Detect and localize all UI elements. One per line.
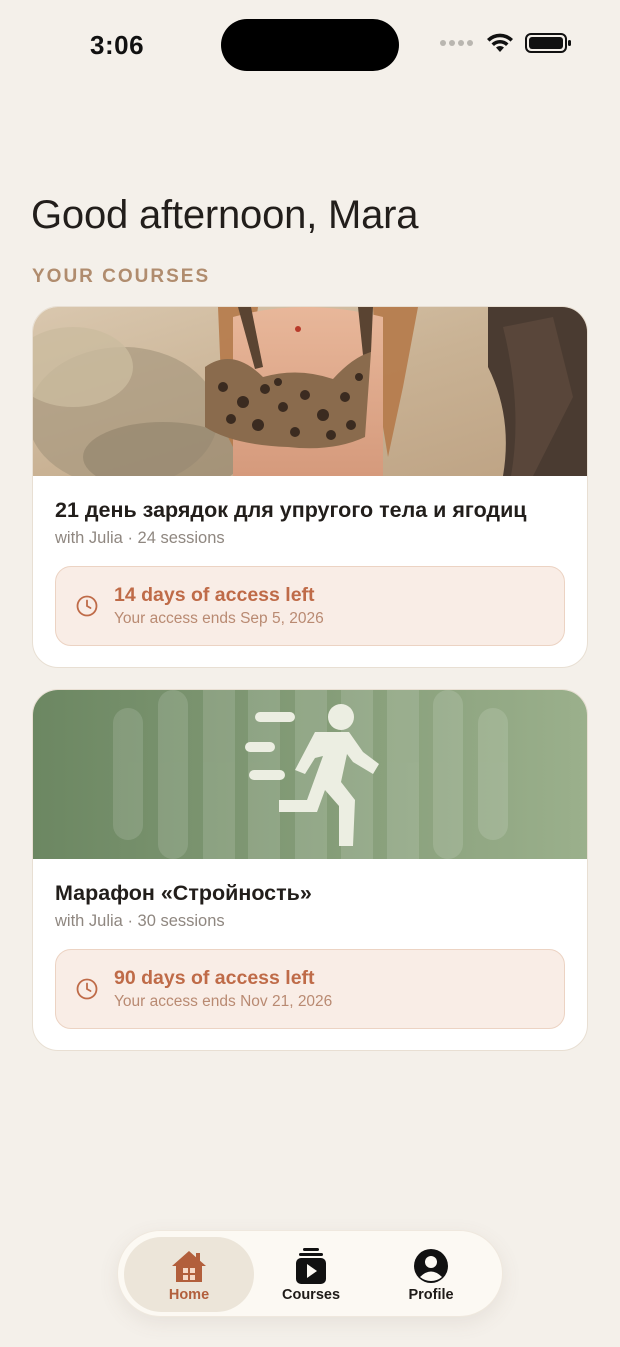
course-title: Марафон «Стройность» xyxy=(55,881,312,905)
access-end-date: Your access ends Nov 21, 2026 xyxy=(114,993,333,1010)
tab-home[interactable]: Home xyxy=(124,1237,254,1312)
course-meta: with Julia · 24 sessions xyxy=(55,529,225,547)
play-book-icon xyxy=(292,1247,330,1285)
status-time: 3:06 xyxy=(90,30,145,60)
course-meta: with Julia · 30 sessions xyxy=(55,912,225,930)
clock-icon xyxy=(76,978,98,1000)
course-title: 21 день зарядок для упругого тела и ягод… xyxy=(55,498,527,522)
access-status-box: 14 days of access left Your access ends … xyxy=(55,566,565,646)
course-card[interactable]: Марафон «Стройность» with Julia · 30 ses… xyxy=(32,689,588,1051)
tab-home-label: Home xyxy=(168,1286,210,1303)
access-days-left: 90 days of access left xyxy=(114,967,315,989)
status-bar: 3:06 xyxy=(0,0,620,90)
access-end-date: Your access ends Sep 5, 2026 xyxy=(114,610,324,627)
cellular-signal-icon xyxy=(440,40,473,46)
course-card[interactable]: 21 день зарядок для упругого тела и ягод… xyxy=(32,306,588,668)
course-cover-banner xyxy=(33,690,587,859)
access-days-left: 14 days of access left xyxy=(114,584,315,606)
bottom-tab-bar: Home Courses Profile xyxy=(117,1230,503,1317)
your-courses-label: YOUR COURSES xyxy=(32,266,211,287)
greeting-title: Good afternoon, Mara xyxy=(31,193,419,237)
house-icon xyxy=(170,1247,208,1285)
tab-profile[interactable]: Profile xyxy=(366,1237,496,1312)
user-circle-icon xyxy=(412,1247,450,1285)
course-cover-photo xyxy=(33,307,587,476)
status-icons xyxy=(440,32,573,54)
tab-courses[interactable]: Courses xyxy=(246,1237,376,1312)
dynamic-island xyxy=(221,19,399,71)
wifi-icon xyxy=(487,33,513,52)
tab-profile-label: Profile xyxy=(408,1286,454,1303)
tab-courses-label: Courses xyxy=(281,1286,341,1303)
clock-icon xyxy=(76,595,98,617)
battery-icon xyxy=(525,33,571,53)
access-status-box: 90 days of access left Your access ends … xyxy=(55,949,565,1029)
